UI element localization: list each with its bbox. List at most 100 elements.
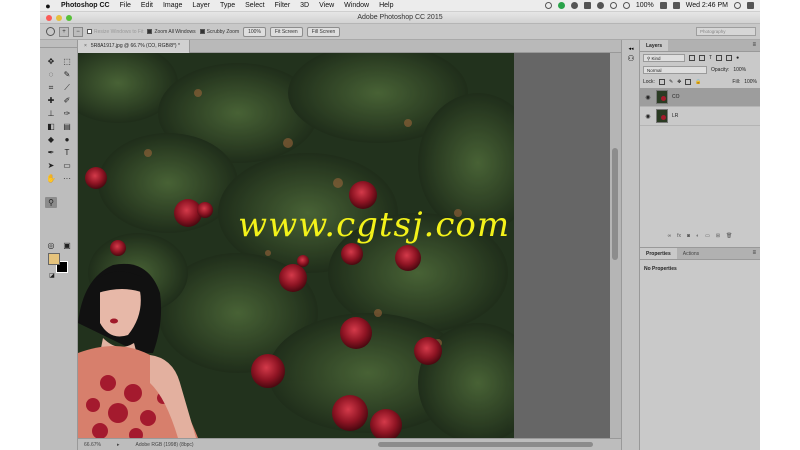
- quick-mask-icon[interactable]: ◎: [45, 240, 57, 251]
- lock-all-icon[interactable]: 🔒: [695, 79, 701, 85]
- trash-icon[interactable]: 🗑: [726, 233, 732, 243]
- clock[interactable]: Wed 2:46 PM: [686, 2, 728, 9]
- zoom-out-icon[interactable]: −: [73, 26, 83, 37]
- layer-name[interactable]: CO: [672, 94, 680, 100]
- menu-window[interactable]: Window: [339, 2, 374, 9]
- filter-smart-icon[interactable]: [726, 55, 733, 61]
- blend-mode-select[interactable]: Normal: [643, 66, 707, 74]
- history-panel-icon[interactable]: ⚇: [626, 54, 636, 64]
- visibility-eye-icon[interactable]: ◉: [644, 113, 652, 120]
- filter-pixel-icon[interactable]: [689, 55, 695, 61]
- layer-row-co[interactable]: ◉ CO: [640, 88, 760, 107]
- fit-screen-button[interactable]: Fit Screen: [269, 26, 303, 37]
- vertical-scroll-thumb[interactable]: [612, 148, 618, 260]
- fill-screen-button[interactable]: Fill Screen: [306, 26, 341, 37]
- menu-help[interactable]: Help: [374, 2, 398, 9]
- filter-toggle-icon[interactable]: ●: [736, 55, 739, 61]
- shape-icon[interactable]: ▭: [61, 160, 73, 171]
- zoom-level[interactable]: 66.67%: [84, 442, 101, 448]
- menu-edit[interactable]: Edit: [136, 2, 158, 9]
- tab-layers[interactable]: Layers: [640, 40, 669, 51]
- menu-filter[interactable]: Filter: [270, 2, 296, 9]
- move-icon[interactable]: ✥: [45, 56, 57, 67]
- canvas-area[interactable]: [78, 53, 610, 438]
- panel-menu-icon[interactable]: ≡: [752, 250, 756, 256]
- more-tools-icon[interactable]: ···: [61, 173, 73, 184]
- minimize-window-button[interactable]: [56, 15, 62, 21]
- color-profile[interactable]: Adobe RGB (1998) (8bpc): [135, 442, 193, 448]
- layer-name[interactable]: LR: [672, 113, 678, 119]
- hand-icon[interactable]: ✋: [45, 173, 57, 184]
- lock-transparency-icon[interactable]: [658, 79, 665, 85]
- menu-select[interactable]: Select: [240, 2, 269, 9]
- history-brush-icon[interactable]: ✑: [61, 108, 73, 119]
- airplay-icon[interactable]: [583, 2, 591, 9]
- lock-paint-icon[interactable]: ✎: [669, 79, 673, 85]
- lasso-icon[interactable]: ◌: [45, 69, 57, 80]
- menu-view[interactable]: View: [314, 2, 339, 9]
- opacity-value[interactable]: 100%: [733, 67, 746, 73]
- battery-icon[interactable]: [659, 2, 667, 9]
- filter-type-icon[interactable]: T: [709, 55, 712, 61]
- new-layer-icon[interactable]: ⊞: [716, 233, 720, 243]
- flag-icon[interactable]: [672, 2, 680, 9]
- type-icon[interactable]: T: [61, 147, 73, 158]
- spotlight-icon[interactable]: [734, 2, 741, 9]
- battery-percent[interactable]: 100%: [636, 2, 654, 9]
- document-tab[interactable]: × 5R8A1917.jpg @ 66.7% (CO, RGB/8*) *: [78, 40, 190, 53]
- filter-shape-icon[interactable]: [716, 55, 723, 61]
- bluetooth-icon[interactable]: [609, 2, 617, 9]
- fill-value[interactable]: 100%: [744, 79, 757, 85]
- lock-move-icon[interactable]: ✥: [677, 79, 681, 85]
- marquee-icon[interactable]: ⬚: [61, 56, 73, 67]
- zoom-in-icon[interactable]: +: [59, 26, 69, 37]
- blur-icon[interactable]: ◆: [45, 134, 57, 145]
- folder-icon[interactable]: ▭: [705, 233, 710, 243]
- foreground-color-swatch[interactable]: [48, 253, 60, 265]
- apple-icon[interactable]: ●: [40, 1, 56, 11]
- zoom-100-button[interactable]: 100%: [243, 26, 266, 37]
- filter-adjustment-icon[interactable]: [699, 55, 705, 61]
- adjustment-icon[interactable]: ◐: [696, 233, 699, 243]
- collapse-panels-icon[interactable]: ◂◂: [626, 44, 636, 54]
- menu-type[interactable]: Type: [215, 2, 240, 9]
- wifi-icon[interactable]: [622, 2, 630, 9]
- close-window-button[interactable]: [46, 15, 52, 21]
- quick-select-icon[interactable]: ✎: [61, 69, 73, 80]
- volume-icon[interactable]: [596, 2, 604, 9]
- menu-app[interactable]: Photoshop CC: [56, 2, 115, 9]
- menu-file[interactable]: File: [115, 2, 136, 9]
- menu-3d[interactable]: 3D: [295, 2, 314, 9]
- tab-actions[interactable]: Actions: [677, 248, 705, 259]
- layer-row-lr[interactable]: ◉ LR: [640, 107, 760, 126]
- pen-icon[interactable]: ✒: [45, 147, 57, 158]
- brush-icon[interactable]: ✐: [61, 95, 73, 106]
- dodge-icon[interactable]: ●: [61, 134, 73, 145]
- horizontal-scroll-thumb[interactable]: [378, 442, 593, 447]
- sync-icon[interactable]: [570, 2, 578, 9]
- lock-artboard-icon[interactable]: [685, 79, 692, 85]
- screen-mode-icon[interactable]: ▣: [61, 240, 73, 251]
- vertical-scrollbar[interactable]: [610, 53, 621, 438]
- zoom-all-windows-option[interactable]: Zoom All Windows: [147, 29, 196, 35]
- fx-icon[interactable]: fx: [677, 233, 681, 243]
- menu-image[interactable]: Image: [158, 2, 187, 9]
- clone-stamp-icon[interactable]: ⊥: [45, 108, 57, 119]
- healing-icon[interactable]: ✚: [45, 95, 57, 106]
- record-icon[interactable]: [544, 2, 552, 9]
- workspace-select[interactable]: Photography: [696, 27, 756, 36]
- evernote-icon[interactable]: [557, 2, 565, 9]
- status-arrow-icon[interactable]: ▸: [117, 442, 120, 448]
- zoom-window-button[interactable]: [66, 15, 72, 21]
- notification-center-icon[interactable]: [747, 2, 754, 9]
- resize-windows-option[interactable]: Resize Windows to Fit: [87, 29, 143, 35]
- mask-icon[interactable]: ◙: [687, 233, 690, 243]
- tab-properties[interactable]: Properties: [640, 248, 677, 259]
- scrubby-zoom-option[interactable]: Scrubby Zoom: [199, 29, 239, 35]
- link-icon[interactable]: ∞: [668, 233, 672, 243]
- document-image[interactable]: [78, 53, 514, 438]
- eraser-icon[interactable]: ◧: [45, 121, 57, 132]
- tools-panel-grip[interactable]: [40, 40, 77, 48]
- visibility-eye-icon[interactable]: ◉: [644, 94, 652, 101]
- path-select-icon[interactable]: ➤: [45, 160, 57, 171]
